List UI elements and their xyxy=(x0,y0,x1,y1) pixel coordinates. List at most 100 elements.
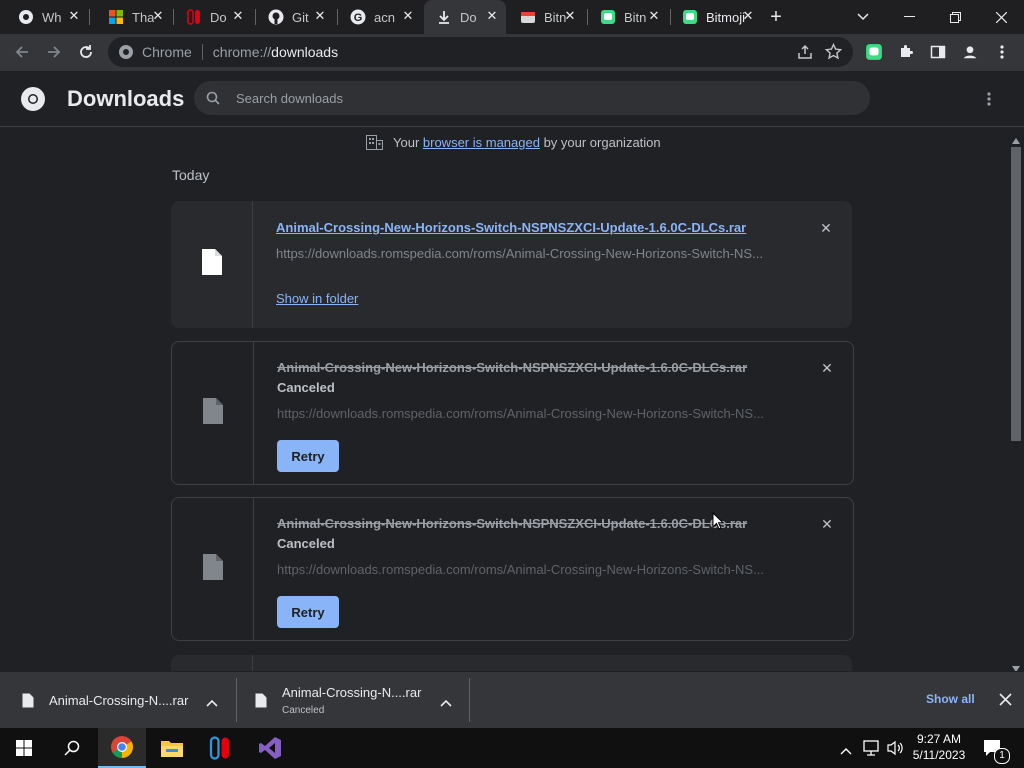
remove-download-close-icon[interactable]: ✕ xyxy=(819,516,835,532)
tab-search-chevron-icon[interactable] xyxy=(840,0,886,34)
minimize-button[interactable] xyxy=(886,0,932,34)
file-icon xyxy=(255,693,267,708)
scrollbar-thumb[interactable] xyxy=(1011,147,1021,441)
tab-1[interactable]: Wh ✕ xyxy=(0,0,88,34)
windows-taskbar: 9:27 AM 5/11/2023 1 xyxy=(0,728,1024,768)
address-prefix: Chrome xyxy=(142,44,192,60)
shelf-download-text: Animal-Crossing-N....rar Canceled xyxy=(282,685,421,716)
bitmoji-extension-icon[interactable] xyxy=(860,38,888,66)
share-icon[interactable] xyxy=(797,44,813,63)
tab-7[interactable]: Bitn ✕ xyxy=(502,0,584,34)
chevron-up-icon[interactable] xyxy=(206,694,218,712)
close-tab-icon[interactable]: ✕ xyxy=(230,8,246,24)
tab-title: Do xyxy=(210,9,227,25)
downloads-header: Downloads Search downloads xyxy=(0,71,1024,127)
download-shelf: Animal-Crossing-N....rar Animal-Crossing… xyxy=(0,671,1024,729)
forward-button[interactable] xyxy=(40,38,68,66)
browser-managed-link[interactable]: browser is managed xyxy=(423,135,540,150)
network-icon[interactable] xyxy=(863,740,881,761)
system-clock[interactable]: 9:27 AM 5/11/2023 xyxy=(906,731,972,763)
close-window-button[interactable] xyxy=(978,0,1024,34)
tab-4[interactable]: Git ✕ xyxy=(250,0,334,34)
managed-text-after: by your organization xyxy=(539,135,661,150)
tab-9[interactable]: Bitmoji ✕ xyxy=(664,0,762,34)
download-file-icon-column xyxy=(171,201,253,328)
shelf-download-status: Canceled xyxy=(282,705,325,716)
download-icon xyxy=(436,9,452,25)
extensions-puzzle-icon[interactable] xyxy=(892,38,920,66)
chevron-up-icon[interactable] xyxy=(440,694,452,712)
address-bar[interactable]: Chrome chrome:// downloads xyxy=(108,37,853,67)
file-icon xyxy=(202,397,224,430)
close-tab-icon[interactable]: ✕ xyxy=(66,8,82,24)
chrome-icon xyxy=(18,9,34,25)
date-section-label: Today xyxy=(172,167,210,183)
microsoft-icon xyxy=(108,9,124,25)
retry-button[interactable]: Retry xyxy=(277,596,339,628)
tab-3[interactable]: Do ✕ xyxy=(168,0,252,34)
managed-text-before: Your xyxy=(393,135,423,150)
address-path: downloads xyxy=(271,44,339,60)
bitmoji-icon xyxy=(600,9,616,25)
remove-download-close-icon[interactable]: ✕ xyxy=(818,220,834,236)
more-actions-kebab-icon[interactable] xyxy=(986,91,992,112)
mouse-cursor-icon xyxy=(712,511,725,535)
new-tab-button[interactable]: + xyxy=(754,0,798,34)
file-icon xyxy=(22,693,34,708)
nintendo-app-icon[interactable] xyxy=(196,728,244,768)
address-divider xyxy=(201,44,203,60)
volume-icon[interactable] xyxy=(887,740,903,761)
svg-text:G: G xyxy=(354,12,363,24)
chrome-menu-kebab-icon[interactable] xyxy=(988,38,1016,66)
download-filename-link[interactable]: Animal-Crossing-New-Horizons-Switch-NSPN… xyxy=(276,220,746,235)
close-tab-icon[interactable]: ✕ xyxy=(484,8,500,24)
restore-button[interactable] xyxy=(932,0,978,34)
close-tab-icon[interactable]: ✕ xyxy=(150,8,166,24)
bitmoji-icon xyxy=(682,9,698,25)
page-scrollbar[interactable] xyxy=(1008,127,1024,672)
search-icon[interactable] xyxy=(48,728,96,768)
bitmoji-icon xyxy=(520,9,536,25)
address-host: chrome:// xyxy=(212,44,272,60)
tab-title: acn xyxy=(374,9,395,25)
retry-button[interactable]: Retry xyxy=(277,440,339,472)
shelf-download-item[interactable]: Animal-Crossing-N....rar Canceled xyxy=(237,672,469,729)
show-in-folder-link[interactable]: Show in folder xyxy=(276,291,358,306)
file-explorer-icon[interactable] xyxy=(148,728,196,768)
tab-title: Bitn xyxy=(624,9,647,25)
remove-download-close-icon[interactable]: ✕ xyxy=(819,360,835,376)
back-button[interactable] xyxy=(8,38,36,66)
visual-studio-icon[interactable] xyxy=(246,728,294,768)
download-source-url[interactable]: https://downloads.romspedia.com/roms/Ani… xyxy=(277,406,764,421)
star-bookmark-icon[interactable] xyxy=(824,42,843,63)
show-all-button[interactable]: Show all xyxy=(926,692,975,706)
browser-toolbar: Chrome chrome:// downloads xyxy=(0,34,1024,71)
download-source-url[interactable]: https://downloads.romspedia.com/roms/Ani… xyxy=(276,246,763,261)
chevron-up-tray-icon[interactable] xyxy=(840,742,852,760)
search-input[interactable]: Search downloads xyxy=(194,81,870,115)
windows-start-icon[interactable] xyxy=(0,728,48,768)
clock-date: 5/11/2023 xyxy=(912,748,966,762)
download-source-url[interactable]: https://downloads.romspedia.com/roms/Ani… xyxy=(277,562,764,577)
chrome-taskbar-icon[interactable] xyxy=(98,728,146,768)
tab-6-active[interactable]: Do ✕ xyxy=(424,0,506,34)
close-tab-icon[interactable]: ✕ xyxy=(562,8,578,24)
side-panel-icon[interactable] xyxy=(924,38,952,66)
shelf-download-item[interactable]: Animal-Crossing-N....rar xyxy=(0,672,236,729)
profile-avatar-icon[interactable] xyxy=(956,38,984,66)
tab-8[interactable]: Bitn ✕ xyxy=(582,0,668,34)
tab-5[interactable]: G acn ✕ xyxy=(332,0,422,34)
managed-notice: Your browser is managed by your organiza… xyxy=(366,135,661,150)
close-shelf-icon[interactable] xyxy=(999,693,1012,711)
close-tab-icon[interactable]: ✕ xyxy=(312,8,328,24)
download-status: Canceled xyxy=(277,536,335,551)
chrome-logo-icon xyxy=(20,86,46,117)
tab-2[interactable]: Tha ✕ xyxy=(90,0,172,34)
download-file-icon-column xyxy=(172,342,254,484)
close-tab-icon[interactable]: ✕ xyxy=(400,8,416,24)
close-tab-icon[interactable]: ✕ xyxy=(646,8,662,24)
page-title: Downloads xyxy=(67,86,185,111)
search-icon xyxy=(206,91,220,105)
reload-button[interactable] xyxy=(72,38,100,66)
downloads-list: Your browser is managed by your organiza… xyxy=(0,127,1007,671)
